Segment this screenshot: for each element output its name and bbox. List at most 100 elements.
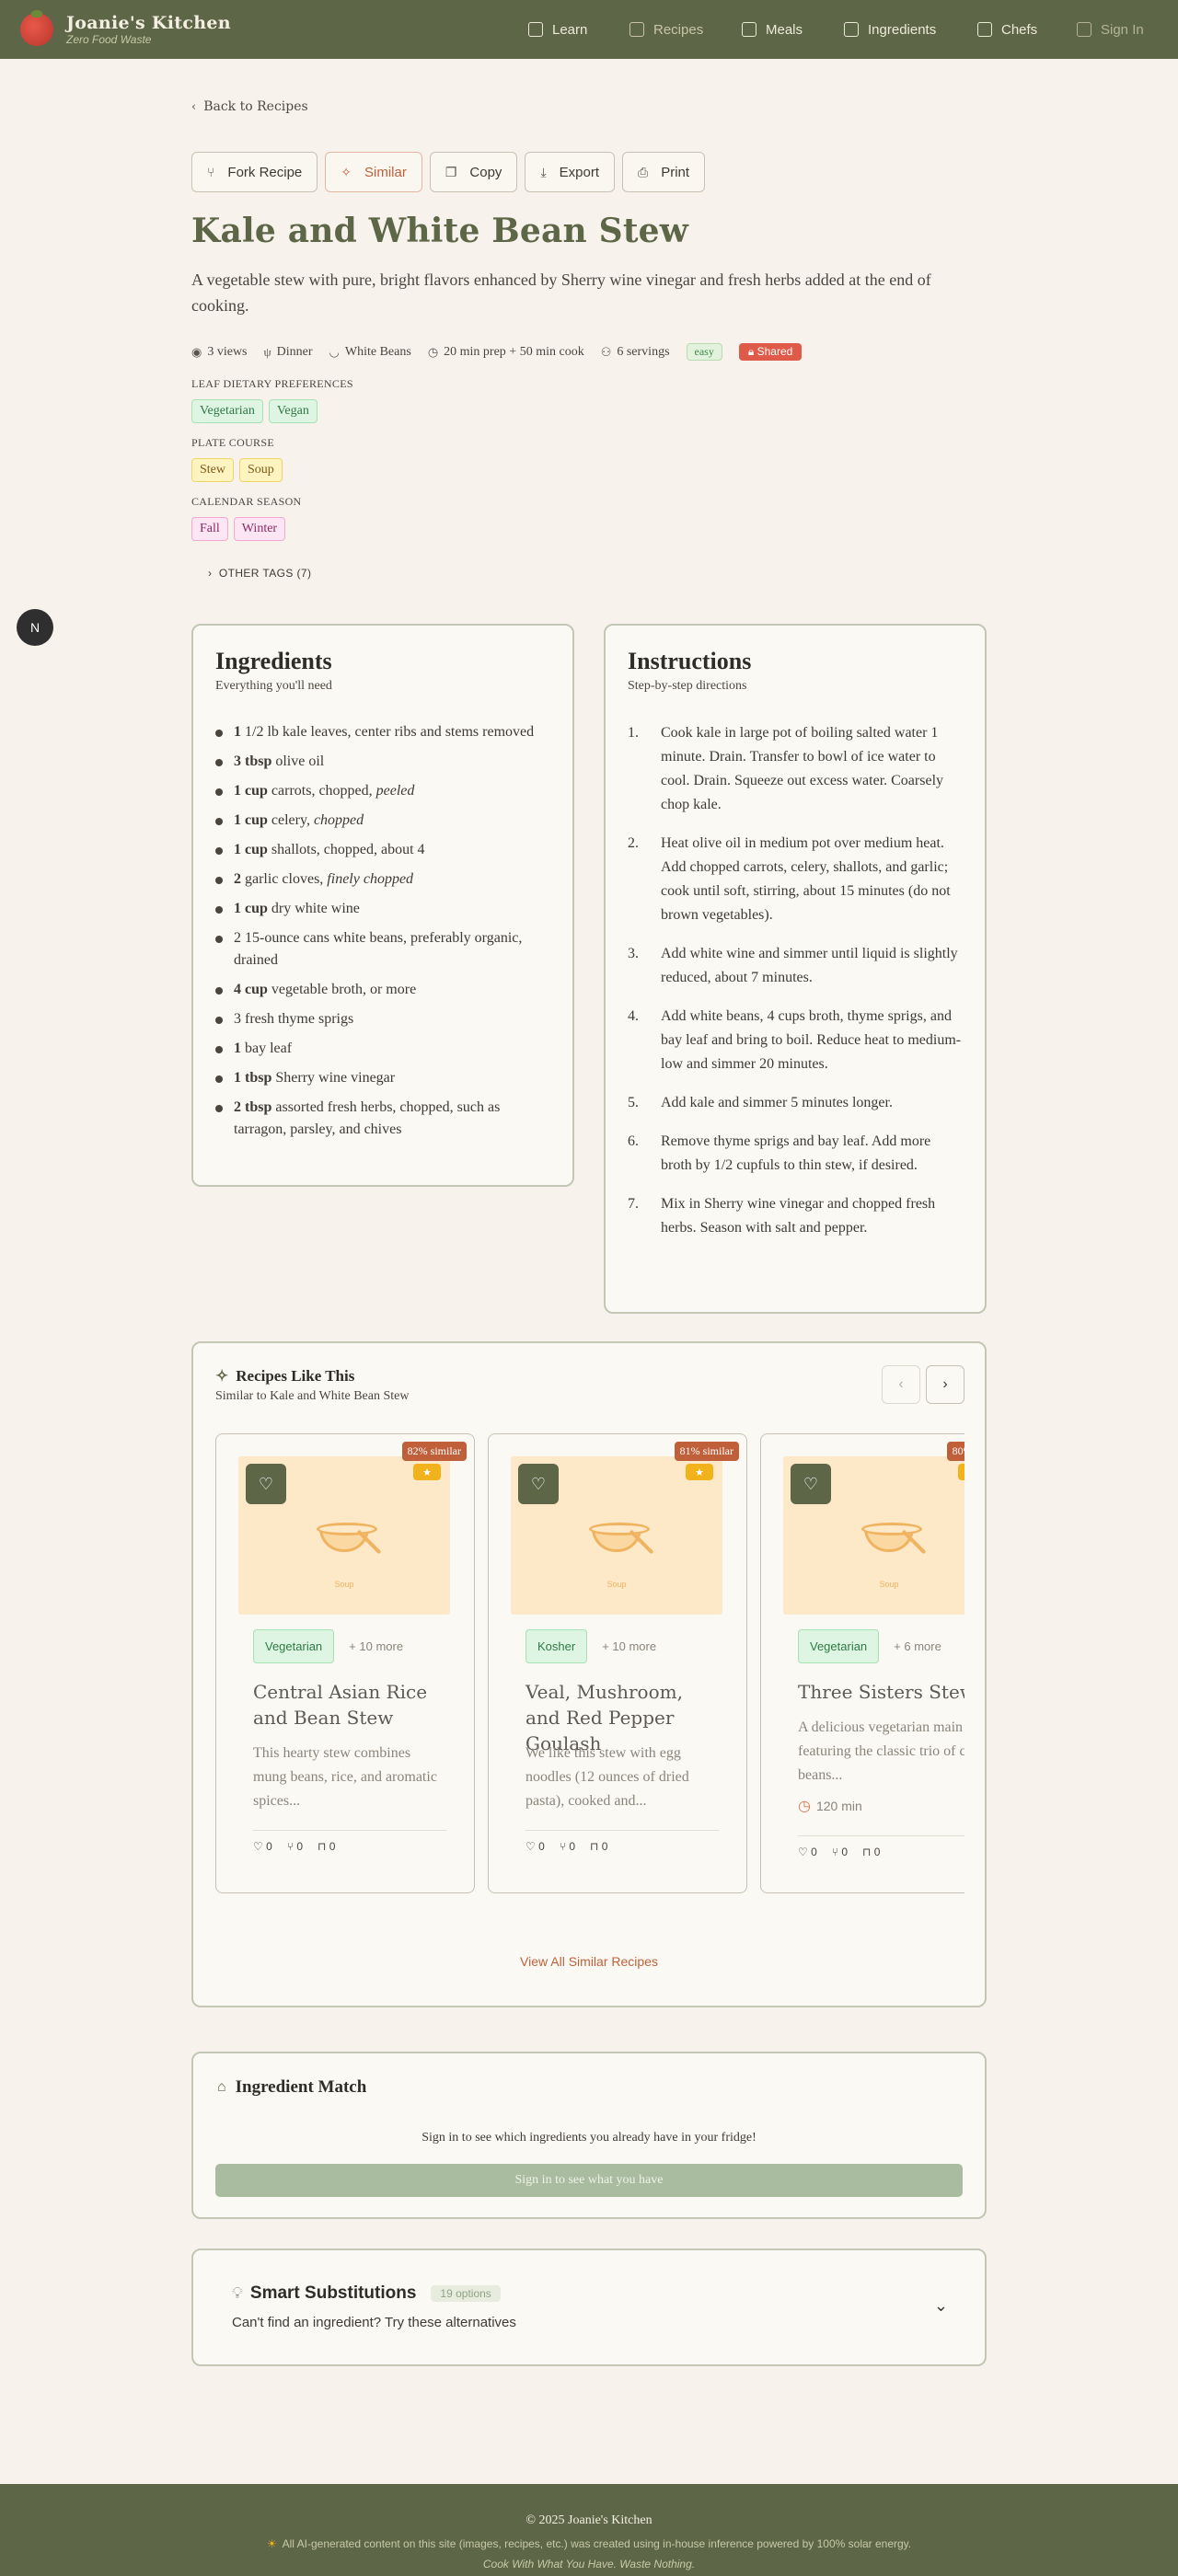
nav-chefs[interactable]: Chefs: [977, 18, 1037, 40]
ingredient-text: 2 15-ounce cans white beans, preferably …: [234, 930, 523, 968]
forks-count: 0: [841, 1846, 849, 1858]
course-tags: Stew Soup: [191, 458, 283, 482]
utensils-icon: ψ: [263, 344, 271, 359]
clock-icon: ◷: [427, 344, 439, 359]
back-to-recipes-link[interactable]: ‹ Back to Recipes: [191, 99, 308, 114]
ingredient-qty: 1: [234, 1041, 241, 1056]
sign-in-icon: [1077, 22, 1091, 37]
sparkles-icon: ✧: [341, 164, 352, 179]
nav-ingredients[interactable]: Ingredients: [844, 18, 936, 40]
similarity-badge: 82% similar: [401, 1442, 467, 1461]
heart-icon[interactable]: ♡: [246, 1464, 286, 1504]
recipe-card[interactable]: Soup ♡ ★ 82% similar Vegetarian + 10 more…: [215, 1433, 475, 1893]
sun-icon: ☀: [266, 2537, 277, 2550]
button-label: Similar: [364, 164, 407, 180]
download-icon: ⤓: [540, 164, 547, 179]
export-button[interactable]: ⤓ Export: [525, 152, 615, 192]
similarity-badge: 80% similar: [946, 1442, 964, 1461]
carousel-next-button[interactable]: ›: [926, 1365, 964, 1404]
time-label: 120 min: [815, 1799, 862, 1813]
recipe-image: Soup ♡ ★: [783, 1456, 964, 1615]
image-label: Soup: [606, 1580, 627, 1589]
ingredient-match-card: ⌂ Ingredient Match Sign in to see which i…: [191, 2052, 987, 2219]
likes-count: 0: [811, 1846, 817, 1858]
print-button[interactable]: ⎙ Print: [622, 152, 706, 192]
recipe-tag: Vegetarian: [798, 1629, 880, 1663]
fork-icon: ⑂: [207, 165, 215, 179]
views-label: 3 views: [207, 344, 248, 359]
tag-fall[interactable]: Fall: [191, 517, 228, 541]
instruction-step: 2. Heat olive oil in medium pot over medi…: [628, 832, 963, 927]
heart-icon[interactable]: ♡: [791, 1464, 831, 1504]
view-all-similar-link[interactable]: View All Similar Recipes: [193, 1954, 985, 1969]
nav-recipes[interactable]: Recipes: [629, 18, 703, 40]
carousel-prev-button[interactable]: ‹: [882, 1365, 920, 1404]
ingredient-item: 2 15-ounce cans white beans, preferably …: [215, 927, 550, 972]
recipe-name[interactable]: Central Asian Rice and Bean Stew: [253, 1679, 446, 1731]
ingredient-text: shallots, chopped, about 4: [267, 842, 425, 857]
difficulty-badge: easy: [686, 343, 722, 361]
step-number: 5.: [628, 1095, 639, 1110]
ingredient-text: Sherry wine vinegar: [271, 1070, 396, 1086]
chevron-down-icon[interactable]: ⌄: [934, 2296, 948, 2316]
step-number: 6.: [628, 1133, 639, 1149]
tag-winter[interactable]: Winter: [233, 517, 286, 541]
instruction-step: 5. Add kale and simmer 5 minutes longer.: [628, 1091, 963, 1115]
likes-stat: ♡ 0: [253, 1840, 272, 1853]
similar-title: Recipes Like This: [236, 1367, 355, 1385]
ingredient-item: 1 cup dry white wine: [215, 898, 550, 920]
bookmark-icon: ⊓: [318, 1840, 327, 1853]
ingredient-qty: 1 cup: [234, 812, 268, 828]
floating-avatar-button[interactable]: N: [17, 609, 53, 646]
tag-soup[interactable]: Soup: [239, 458, 283, 482]
heart-icon[interactable]: ♡: [518, 1464, 559, 1504]
box-icon: [844, 22, 859, 37]
fork-recipe-button[interactable]: ⑂ Fork Recipe: [191, 152, 318, 192]
heart-icon: ♡: [798, 1846, 808, 1858]
tag-stew[interactable]: Stew: [191, 458, 234, 482]
sign-in-match-button[interactable]: Sign in to see what you have: [215, 2164, 963, 2197]
step-text: Add white wine and simmer until liquid i…: [661, 946, 958, 985]
step-text: Heat olive oil in medium pot over medium…: [661, 835, 951, 923]
shared-badge: 🔒︎ Shared: [738, 343, 803, 361]
recipe-name[interactable]: Three Sisters Stew: [798, 1679, 964, 1705]
back-label: Back to Recipes: [203, 99, 308, 114]
brand-logo[interactable]: Joanie's Kitchen Zero Food Waste: [20, 10, 231, 46]
other-tags-toggle[interactable]: › OTHER TAGS (7): [208, 567, 311, 580]
saves-stat: ⊓ 0: [318, 1840, 335, 1853]
ingredient-qty: 1 cup: [234, 842, 268, 857]
nav-label: Learn: [552, 21, 588, 38]
shared-label: Shared: [756, 345, 793, 358]
ingredient-item: 4 cup vegetable broth, or more: [215, 979, 550, 1001]
nav-meals[interactable]: Meals: [742, 18, 803, 40]
smart-substitutions-card[interactable]: 💡︎ Smart Substitutions 19 options Can't fi…: [191, 2248, 987, 2366]
recipe-card[interactable]: Soup ♡ ★ 81% similar Kosher + 10 more Vea…: [488, 1433, 747, 1893]
recipe-desc: This hearty stew combines mung beans, ri…: [253, 1745, 437, 1809]
similarity-badge: 81% similar: [674, 1442, 739, 1461]
brand-subtitle: Zero Food Waste: [66, 33, 152, 46]
tag-vegan[interactable]: Vegan: [268, 399, 318, 423]
likes-stat: ♡ 0: [798, 1846, 817, 1858]
dietary-tags-label: LEAF DIETARY PREFERENCES: [191, 377, 353, 390]
step-number: 3.: [628, 946, 639, 961]
similar-subtitle: Similar to Kale and White Bean Stew: [215, 1389, 410, 1403]
tag-vegetarian[interactable]: Vegetarian: [191, 399, 263, 423]
forks-count: 0: [569, 1840, 576, 1853]
nav-sign-in[interactable]: Sign In: [1077, 18, 1144, 40]
nav-learn[interactable]: Learn: [528, 18, 587, 40]
ingredient-qty: 1 cup: [234, 901, 268, 916]
copy-button[interactable]: ❐ Copy: [429, 152, 518, 192]
similar-carousel: Soup ♡ ★ 82% similar Vegetarian + 10 more…: [215, 1433, 964, 1893]
step-text: Remove thyme sprigs and bay leaf. Add mo…: [661, 1133, 931, 1173]
course-tags-label: PLATE COURSE: [191, 436, 274, 449]
similar-button[interactable]: ✧ Similar: [325, 152, 422, 192]
ingredient-item: 2 garlic cloves, finely chopped: [215, 868, 550, 891]
servings: ⚇ 6 servings: [601, 345, 670, 360]
saves-stat: ⊓ 0: [590, 1840, 607, 1853]
recipe-card[interactable]: Soup ♡ ★ 80% similar Vegetarian+ 6 more …: [760, 1433, 964, 1893]
ingredient-text: olive oil: [271, 753, 325, 769]
heart-icon: ♡: [253, 1840, 263, 1853]
recipe-desc: We like this stew with egg noodles (12 o…: [525, 1745, 689, 1809]
fork-icon: ⑂: [831, 1846, 838, 1858]
recipe-stats: ♡ 0 ⑂ 0 ⊓ 0: [798, 1835, 964, 1858]
